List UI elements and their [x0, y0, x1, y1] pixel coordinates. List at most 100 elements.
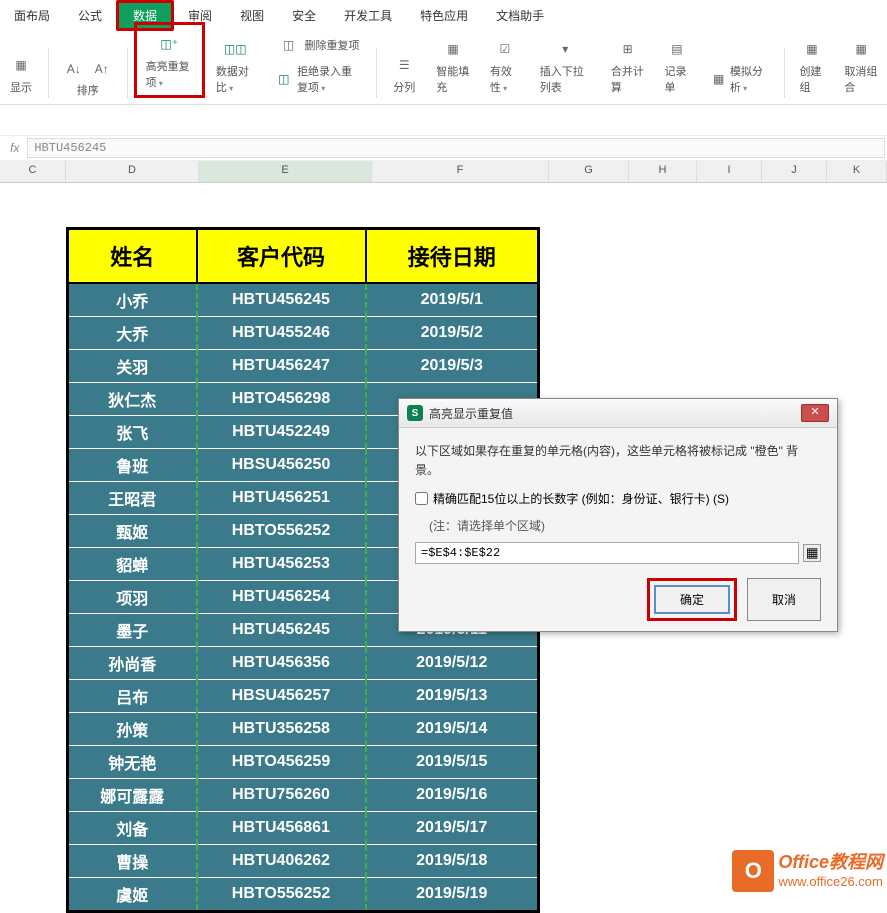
cell-code[interactable]: HBTU456245	[197, 283, 366, 317]
cell-date[interactable]: 2019/5/16	[366, 779, 539, 812]
cell-code[interactable]: HBTO556252	[197, 515, 366, 548]
cell-name[interactable]: 张飞	[68, 416, 197, 449]
fx-label[interactable]: fx	[2, 141, 27, 155]
precise-match-checkbox[interactable]	[415, 492, 428, 505]
dialog-checkbox-row[interactable]: 精确匹配15位以上的长数字 (例如：身份证、银行卡) (S)	[415, 490, 821, 507]
ribbon-display[interactable]: ▦ 显示	[6, 50, 36, 98]
cell-code[interactable]: HBTU456251	[197, 482, 366, 515]
cell-date[interactable]: 2019/5/17	[366, 812, 539, 845]
cell-code[interactable]: HBTO456298	[197, 383, 366, 416]
cell-name[interactable]: 鲁班	[68, 449, 197, 482]
col-header-j[interactable]: J	[762, 161, 827, 182]
table-row[interactable]: 虞姬 HBTO556252 2019/5/19	[68, 878, 539, 912]
cell-code[interactable]: HBTU406262	[197, 845, 366, 878]
cell-code[interactable]: HBTU456247	[197, 350, 366, 383]
cell-date[interactable]: 2019/5/13	[366, 680, 539, 713]
ok-button[interactable]: 确定	[654, 585, 730, 614]
cell-name[interactable]: 甄姬	[68, 515, 197, 548]
table-row[interactable]: 刘备 HBTU456861 2019/5/17	[68, 812, 539, 845]
col-header-d[interactable]: D	[66, 161, 199, 182]
cell-date[interactable]: 2019/5/3	[366, 350, 539, 383]
menu-pagelayout[interactable]: 面布局	[0, 3, 64, 28]
cell-name[interactable]: 小乔	[68, 283, 197, 317]
th-code[interactable]: 客户代码	[197, 229, 366, 284]
col-header-f[interactable]: F	[372, 161, 549, 182]
cell-name[interactable]: 墨子	[68, 614, 197, 647]
ribbon-group[interactable]: ▦创建组	[796, 34, 827, 98]
cell-code[interactable]: HBTU456356	[197, 647, 366, 680]
cell-code[interactable]: HBTO456259	[197, 746, 366, 779]
cell-name[interactable]: 钟无艳	[68, 746, 197, 779]
ribbon-dropdown[interactable]: ▾插入下拉列表	[537, 34, 594, 98]
cell-name[interactable]: 娜可露露	[68, 779, 197, 812]
cell-code[interactable]: HBTU456253	[197, 548, 366, 581]
cell-name[interactable]: 曹操	[68, 845, 197, 878]
ribbon-validity[interactable]: ☑有效性 ▾	[487, 34, 523, 98]
col-header-i[interactable]: I	[697, 161, 762, 182]
cell-code[interactable]: HBSU456250	[197, 449, 366, 482]
ribbon-data-compare[interactable]: ◫◫ 数据对比 ▾	[213, 34, 258, 98]
col-header-g[interactable]: G	[549, 161, 629, 182]
cell-date[interactable]: 2019/5/19	[366, 878, 539, 912]
cell-date[interactable]: 2019/5/18	[366, 845, 539, 878]
ribbon-reject-dup[interactable]: ◫ 拒绝录入重复项 ▾	[272, 60, 365, 98]
table-row[interactable]: 孙尚香 HBTU456356 2019/5/12	[68, 647, 539, 680]
table-row[interactable]: 曹操 HBTU406262 2019/5/18	[68, 845, 539, 878]
ribbon-sort-desc[interactable]: A↑	[89, 56, 115, 82]
cell-date[interactable]: 2019/5/1	[366, 283, 539, 317]
cell-code[interactable]: HBTU356258	[197, 713, 366, 746]
cell-name[interactable]: 王昭君	[68, 482, 197, 515]
th-name[interactable]: 姓名	[68, 229, 197, 284]
table-row[interactable]: 吕布 HBSU456257 2019/5/13	[68, 680, 539, 713]
formula-input[interactable]	[27, 138, 885, 158]
table-row[interactable]: 小乔 HBTU456245 2019/5/1	[68, 283, 539, 317]
ribbon-ungroup[interactable]: ▦取消组合	[841, 34, 881, 98]
cell-code[interactable]: HBTU756260	[197, 779, 366, 812]
cell-name[interactable]: 貂蝉	[68, 548, 197, 581]
cell-code[interactable]: HBTU456254	[197, 581, 366, 614]
cell-name[interactable]: 大乔	[68, 317, 197, 350]
ribbon-consolidate[interactable]: ⊞合并计算	[608, 34, 648, 98]
ribbon-del-dup[interactable]: ◫ 删除重复项	[273, 30, 362, 60]
cell-name[interactable]: 虞姬	[68, 878, 197, 912]
ribbon-sim[interactable]: ▦模拟分析 ▾	[706, 60, 771, 98]
col-header-c[interactable]: C	[0, 161, 66, 182]
cell-code[interactable]: HBTU456245	[197, 614, 366, 647]
cell-date[interactable]: 2019/5/15	[366, 746, 539, 779]
menu-featured[interactable]: 特色应用	[406, 3, 482, 28]
dialog-close-button[interactable]: ✕	[801, 404, 829, 422]
cell-name[interactable]: 孙策	[68, 713, 197, 746]
range-input[interactable]	[415, 542, 799, 564]
cell-code[interactable]: HBTU456861	[197, 812, 366, 845]
menu-dochelper[interactable]: 文档助手	[482, 3, 558, 28]
cell-name[interactable]: 狄仁杰	[68, 383, 197, 416]
cell-code[interactable]: HBTU452249	[197, 416, 366, 449]
table-row[interactable]: 钟无艳 HBTO456259 2019/5/15	[68, 746, 539, 779]
table-row[interactable]: 关羽 HBTU456247 2019/5/3	[68, 350, 539, 383]
ribbon-split[interactable]: ☰分列	[389, 50, 419, 98]
col-header-h[interactable]: H	[629, 161, 697, 182]
menu-devtools[interactable]: 开发工具	[330, 3, 406, 28]
menu-view[interactable]: 视图	[226, 3, 278, 28]
cell-name[interactable]: 关羽	[68, 350, 197, 383]
menu-security[interactable]: 安全	[278, 3, 330, 28]
cell-code[interactable]: HBTU455246	[197, 317, 366, 350]
cell-name[interactable]: 项羽	[68, 581, 197, 614]
col-header-e[interactable]: E	[199, 161, 372, 182]
th-date[interactable]: 接待日期	[366, 229, 539, 284]
cell-name[interactable]: 吕布	[68, 680, 197, 713]
cancel-button[interactable]: 取消	[747, 578, 821, 621]
cell-code[interactable]: HBTO556252	[197, 878, 366, 912]
ribbon-record[interactable]: ▤记录单	[662, 34, 693, 98]
cell-name[interactable]: 刘备	[68, 812, 197, 845]
cell-name[interactable]: 孙尚香	[68, 647, 197, 680]
cell-code[interactable]: HBSU456257	[197, 680, 366, 713]
range-select-button[interactable]: ▦	[803, 544, 821, 562]
cell-date[interactable]: 2019/5/12	[366, 647, 539, 680]
table-row[interactable]: 大乔 HBTU455246 2019/5/2	[68, 317, 539, 350]
cell-date[interactable]: 2019/5/14	[366, 713, 539, 746]
col-header-k[interactable]: K	[827, 161, 887, 182]
cell-date[interactable]: 2019/5/2	[366, 317, 539, 350]
menu-formula[interactable]: 公式	[64, 3, 116, 28]
table-row[interactable]: 孙策 HBTU356258 2019/5/14	[68, 713, 539, 746]
